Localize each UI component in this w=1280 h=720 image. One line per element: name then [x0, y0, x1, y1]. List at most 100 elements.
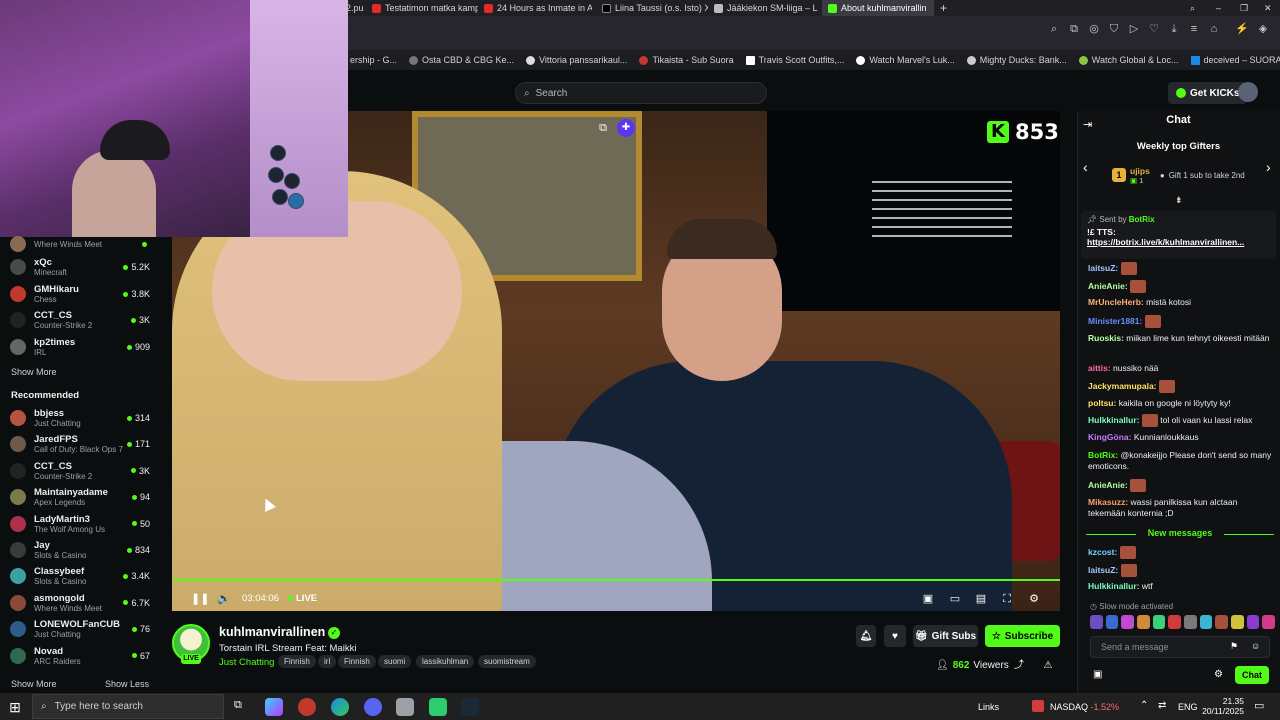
- bookmark-item[interactable]: Watch Global & Loc...: [1078, 55, 1179, 65]
- emote-button[interactable]: [1152, 615, 1166, 629]
- tray-language[interactable]: ENG: [1178, 702, 1198, 712]
- sidebar-channel-item[interactable]: Jay Slots & Casino 834: [10, 537, 150, 563]
- expand-icon[interactable]: ⇟: [1175, 195, 1183, 206]
- emote-button[interactable]: [1231, 615, 1244, 629]
- chat-username[interactable]: aittis:: [1088, 363, 1111, 373]
- app-icon-security[interactable]: [396, 698, 414, 716]
- captions-icon[interactable]: ▤: [974, 592, 988, 606]
- search-tabs-icon[interactable]: ⌕: [1190, 0, 1202, 16]
- sidebar-channel-item[interactable]: Novad ARC Raiders 67: [10, 643, 150, 669]
- tab-2[interactable]: 24 Hours as Inmate in Ati: [484, 0, 592, 16]
- chat-username[interactable]: MrUncleHerb:: [1088, 297, 1144, 307]
- chat-username[interactable]: Hulkkinallur:: [1088, 581, 1139, 591]
- sidebar-channel-item[interactable]: JaredFPS Call of Duty: Black Ops 7 171: [10, 431, 150, 457]
- tray-chevron-icon[interactable]: ⌃: [1140, 700, 1148, 711]
- stream-tag[interactable]: Finnish: [278, 655, 316, 668]
- tray-links[interactable]: Links: [978, 702, 999, 712]
- cube-icon[interactable]: ◈: [1256, 22, 1270, 36]
- stream-tag[interactable]: suomi: [378, 655, 412, 668]
- sidebar-channel-item[interactable]: Classybeef Slots & Casino 3.4K: [10, 563, 150, 589]
- bookmark-item[interactable]: Vittoria panssarikaul...: [526, 55, 627, 65]
- notifications-button[interactable]: 🔔︎: [856, 625, 876, 647]
- clip-icon[interactable]: ✚: [617, 119, 635, 137]
- follow-button[interactable]: ♥: [884, 625, 906, 647]
- chat-settings-icon[interactable]: ⚙: [1214, 669, 1223, 680]
- miniplayer-icon[interactable]: ▣: [921, 592, 935, 606]
- volume-icon[interactable]: 🔈: [217, 592, 231, 606]
- sidebar-channel-item[interactable]: LONEWOLFanCUB Just Chatting 76: [10, 616, 150, 642]
- gift-subs-button[interactable]: 🎁︎ Gift Subs: [913, 625, 978, 647]
- emoji-icon[interactable]: ☺: [1251, 641, 1260, 651]
- pause-icon[interactable]: ❚❚: [191, 592, 209, 606]
- pinned-link[interactable]: https://botrix.live/k/kuhlmanvirallinen.…: [1087, 237, 1270, 247]
- shield-icon[interactable]: ⛉: [1107, 22, 1121, 36]
- streamer-name[interactable]: kuhlmanvirallinen: [219, 625, 325, 639]
- chat-username[interactable]: BotRix:: [1088, 450, 1118, 460]
- bookmark-item[interactable]: Watch Marvel's Luk...: [856, 55, 955, 65]
- tab-3[interactable]: Liina Taussi (o.s. Isto) Xss: [602, 0, 708, 16]
- lock-icon[interactable]: ⌂: [1207, 22, 1221, 36]
- chat-username[interactable]: Mikasuzz:: [1088, 497, 1128, 507]
- chat-username[interactable]: Ruoskis:: [1088, 333, 1124, 343]
- tab-0[interactable]: 2.pu: [346, 0, 368, 16]
- bookmark-item[interactable]: Osta CBD & CBG Ke...: [409, 55, 514, 65]
- sidebar-channel-item[interactable]: bbjess Just Chatting 314: [10, 405, 150, 431]
- tab-1[interactable]: Testatimon matka kamp: [372, 0, 478, 16]
- minimize-icon[interactable]: –: [1216, 0, 1226, 16]
- sidebar-channel-item[interactable]: kp2times IRL 909: [10, 334, 150, 360]
- chat-username[interactable]: poltsu:: [1088, 398, 1116, 408]
- maximize-icon[interactable]: ❐: [1240, 0, 1250, 16]
- sidebar-channel-item[interactable]: Maintainyadame Apex Legends 94: [10, 484, 150, 510]
- taskbar-search-input[interactable]: ⌕ Type here to search: [32, 694, 224, 719]
- stream-category[interactable]: Just Chatting: [219, 657, 274, 668]
- bookmark-item[interactable]: Mighty Ducks: Bank...: [966, 55, 1067, 65]
- subscribe-button[interactable]: ☆ Subscribe: [985, 625, 1060, 647]
- report-icon[interactable]: ⚠: [1042, 660, 1054, 672]
- get-kicks-button[interactable]: Get KICKs: [1168, 82, 1248, 104]
- sidebar-channel-item[interactable]: GMHikaru Chess 3.8K: [10, 281, 150, 307]
- new-messages-divider[interactable]: New messages: [1086, 528, 1274, 540]
- task-view-icon[interactable]: ⧉: [234, 699, 242, 712]
- app-icon-copilot[interactable]: [265, 698, 283, 716]
- chat-username[interactable]: Minister1881:: [1088, 316, 1142, 326]
- emote-button[interactable]: [1199, 615, 1213, 629]
- bookmark-item[interactable]: Travis Scott Outfits,...: [745, 55, 844, 65]
- download-icon[interactable]: ⤓: [1167, 22, 1181, 36]
- live-indicator[interactable]: LIVE: [288, 593, 317, 604]
- bookmark-item[interactable]: Tikaista - Sub Suora: [639, 55, 734, 65]
- stream-tag[interactable]: lassikuhlman: [416, 655, 475, 668]
- chat-username[interactable]: laitsuZ:: [1088, 263, 1118, 273]
- gift-icon[interactable]: ▣: [1093, 669, 1102, 680]
- playback-progress-bar[interactable]: [172, 579, 1060, 581]
- app-icon-edge[interactable]: [331, 698, 349, 716]
- network-icon[interactable]: ⇄: [1158, 700, 1166, 711]
- show-more-link[interactable]: Show More: [11, 679, 57, 689]
- chat-input[interactable]: Send a message: [1090, 636, 1270, 658]
- app-icon-steam[interactable]: [461, 698, 479, 716]
- bookmark-item[interactable]: deceived – SUORAT...: [1190, 55, 1280, 65]
- app-icon-discord[interactable]: [364, 698, 382, 716]
- app-icon-opera[interactable]: [298, 698, 316, 716]
- chat-username[interactable]: AnieAnie:: [1088, 281, 1128, 291]
- tray-stock-widget[interactable]: NASDAQ -1.52%: [1050, 702, 1119, 712]
- screenshot-icon[interactable]: ⧉: [1067, 22, 1081, 36]
- emote-button[interactable]: [1121, 615, 1135, 629]
- show-less-link[interactable]: Show Less: [105, 679, 149, 689]
- tab-4[interactable]: Jääkiekon SM-liiga – Liiga: [714, 0, 818, 16]
- chat-username[interactable]: Jackymamupala:: [1088, 381, 1157, 391]
- stream-tag[interactable]: Finnish: [338, 655, 376, 668]
- emote-button[interactable]: [1137, 615, 1150, 629]
- fullscreen-icon[interactable]: ⛶: [1000, 592, 1014, 606]
- emote-button[interactable]: [1105, 615, 1119, 629]
- chevron-right-icon[interactable]: ›: [1266, 159, 1271, 175]
- search-input[interactable]: ⌕ Search: [515, 82, 767, 104]
- windows-start-icon[interactable]: ⊞: [6, 698, 24, 716]
- sidebar-channel-item[interactable]: CCT_CS Counter-Strike 2 3K: [10, 307, 150, 333]
- emote-button[interactable]: [1184, 615, 1197, 629]
- play-icon[interactable]: ▷: [1127, 22, 1141, 36]
- notification-icon[interactable]: ▭: [1254, 699, 1264, 712]
- show-more-link[interactable]: Show More: [11, 367, 57, 377]
- menu-icon[interactable]: ≡: [1187, 22, 1201, 36]
- chat-username[interactable]: AnieAnie:: [1088, 480, 1128, 490]
- new-tab-button[interactable]: +: [940, 0, 952, 16]
